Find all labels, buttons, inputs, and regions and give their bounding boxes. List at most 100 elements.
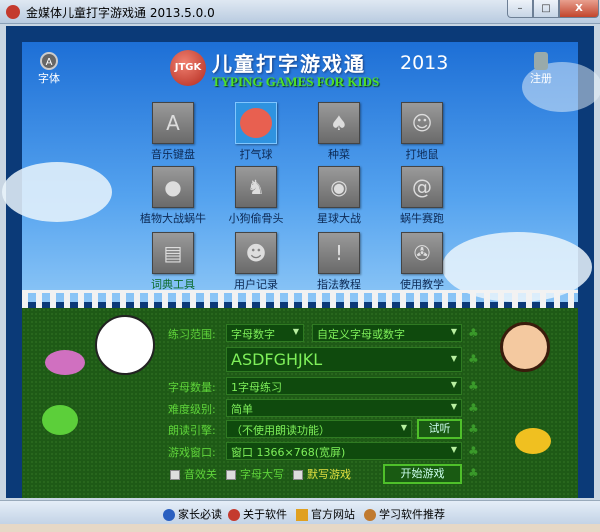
game-tile[interactable]: ▤ 词典工具 (133, 232, 213, 292)
game-tile[interactable]: A 音乐键盘 (133, 102, 213, 162)
voice-label: 朗读引擎: (168, 424, 216, 437)
checkbox-box[interactable] (293, 470, 303, 480)
recommend-label: 学习软件推荐 (379, 508, 445, 521)
font-label: 字体 (38, 72, 60, 85)
register-button[interactable]: 注册 (530, 52, 552, 86)
parents-guide-link[interactable]: 家长必读 (163, 506, 222, 522)
game-icon: ☻ (235, 232, 277, 274)
plant-icon (42, 405, 78, 435)
count-select[interactable]: 1字母练习 ▼ (226, 377, 462, 395)
range-value: 字母数字 (231, 328, 275, 341)
game-icon: ! (318, 232, 360, 274)
game-icon: ● (152, 166, 194, 208)
software-icon (364, 509, 376, 521)
game-tile[interactable]: @ 蜗牛赛跑 (382, 166, 462, 226)
fence (22, 290, 578, 308)
website-label: 官方网站 (311, 508, 355, 521)
recommend-link[interactable]: 学习软件推荐 (364, 506, 445, 522)
app-icon (6, 5, 20, 19)
game-tile[interactable]: ☺ 打地鼠 (382, 102, 462, 162)
sound-off-checkbox[interactable]: 音效关 (170, 466, 217, 482)
leaf-icon: ♣ (468, 401, 479, 415)
range-label: 练习范围: (168, 328, 216, 341)
leaf-icon: ♣ (468, 466, 479, 480)
game-icon: A (152, 102, 194, 144)
game-icon (235, 102, 277, 144)
game-label: 打地鼠 (405, 148, 439, 161)
dictation-checkbox[interactable]: 默写游戏 (293, 466, 351, 482)
register-label: 注册 (530, 72, 552, 85)
logo-subtitle: TYPING GAMES FOR KIDS (212, 74, 380, 89)
game-tile[interactable]: ☻ 用户记录 (216, 232, 296, 292)
range-custom-value: 自定义字母或数字 (317, 328, 405, 341)
game-tile[interactable]: ● 植物大战蜗牛 (133, 166, 213, 226)
title-bar: 金媒体儿童打字游戏通 2013.5.0.0 – □ X (0, 0, 600, 24)
game-icon: ◉ (318, 166, 360, 208)
home-icon (296, 509, 308, 521)
leaf-icon: ♣ (468, 422, 479, 436)
game-icon: ♠ (318, 102, 360, 144)
leaf-icon: ♣ (468, 379, 479, 393)
game-icon: ▤ (152, 232, 194, 274)
count-label: 字母数量: (168, 381, 216, 394)
close-button[interactable]: X (559, 0, 599, 18)
font-button[interactable]: A 字体 (38, 52, 60, 86)
uppercase-checkbox[interactable]: 字母大写 (226, 466, 284, 482)
game-icon: @ (401, 166, 443, 208)
about-link[interactable]: 关于软件 (228, 506, 287, 522)
logo-title: 儿童打字游戏通 (212, 52, 366, 76)
game-icon: ✇ (401, 232, 443, 274)
voice-value: （不使用朗读功能） (231, 424, 330, 437)
level-value: 简单 (231, 403, 253, 416)
game-tile[interactable]: ♞ 小狗偷骨头 (216, 166, 296, 226)
game-tile[interactable]: ◉ 星球大战 (299, 166, 379, 226)
lock-icon (534, 52, 548, 70)
leaf-icon: ♣ (468, 352, 479, 366)
window-size-value: 窗口 1366×768(宽屏) (231, 446, 346, 459)
window-size-select[interactable]: 窗口 1366×768(宽屏) ▼ (226, 442, 462, 460)
start-game-button[interactable]: 开始游戏 (383, 464, 462, 484)
status-strip (0, 524, 600, 532)
jtgk-icon (228, 509, 240, 521)
font-icon: A (40, 52, 58, 70)
checkbox-box[interactable] (226, 470, 236, 480)
logo-badge: JTGK (170, 50, 206, 86)
game-label: 小狗偷骨头 (228, 212, 284, 225)
game-icon: ♞ (235, 166, 277, 208)
about-label: 关于软件 (243, 508, 287, 521)
game-label: 星球大战 (317, 212, 361, 225)
range-custom-select[interactable]: 自定义字母或数字 ▼ (312, 324, 462, 342)
website-link[interactable]: 官方网站 (296, 506, 355, 522)
letters-input[interactable]: ASDFGHJKL ▼ (226, 347, 462, 372)
help-icon (163, 509, 175, 521)
uppercase-label: 字母大写 (240, 468, 284, 481)
level-label: 难度级别: (168, 403, 216, 416)
cat-icon (515, 428, 551, 454)
girl-character (500, 322, 550, 372)
voice-select[interactable]: （不使用朗读功能） ▼ (226, 420, 412, 438)
game-label: 音乐键盘 (151, 148, 195, 161)
game-label: 打气球 (239, 148, 273, 161)
mushroom-icon (45, 350, 85, 375)
checkbox-box[interactable] (170, 470, 180, 480)
game-tile[interactable]: ! 指法教程 (299, 232, 379, 292)
letters-value: ASDFGHJKL (231, 350, 323, 369)
game-label: 蜗牛赛跑 (400, 212, 444, 225)
footer-bar: 家长必读 关于软件 官方网站 学习软件推荐 (0, 500, 600, 524)
logo-year: 2013 (400, 52, 449, 74)
maximize-button[interactable]: □ (533, 0, 559, 18)
minimize-button[interactable]: – (507, 0, 533, 18)
range-select[interactable]: 字母数字 ▼ (226, 324, 304, 342)
game-icon: ☺ (401, 102, 443, 144)
try-button[interactable]: 试听 (417, 419, 462, 439)
window-title: 金媒体儿童打字游戏通 2013.5.0.0 (26, 6, 215, 20)
game-tile[interactable]: 打气球 (216, 102, 296, 162)
game-tile[interactable]: ♠ 种菜 (299, 102, 379, 162)
leaf-icon: ♣ (468, 326, 479, 340)
window-label: 游戏窗口: (168, 446, 216, 459)
sound-off-label: 音效关 (184, 468, 217, 481)
game-tile[interactable]: ✇ 使用教学 (382, 232, 462, 292)
app-logo: JTGK 儿童打字游戏通 2013 TYPING GAMES FOR KIDS (170, 50, 448, 95)
dictation-label: 默写游戏 (307, 468, 351, 481)
level-select[interactable]: 简单 ▼ (226, 399, 462, 417)
